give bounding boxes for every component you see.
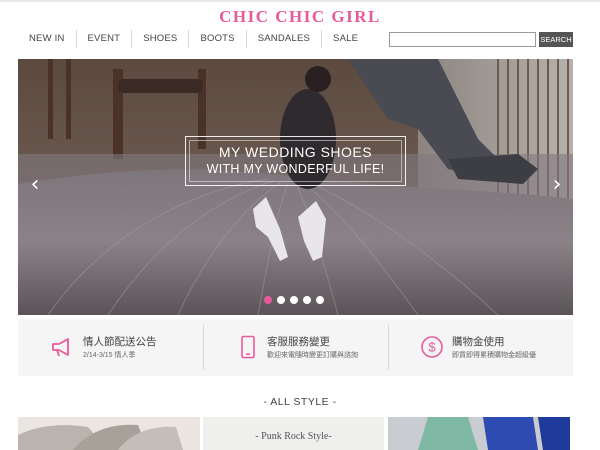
nav-item-new-in[interactable]: NEW IN: [18, 30, 76, 48]
info-subtitle: 即買即得累積購物金超級優: [452, 352, 536, 359]
hero-carousel[interactable]: MY WEDDING SHOES WITH MY WONDERFUL LIFE!…: [18, 59, 573, 315]
main-nav: NEW IN EVENT SHOES BOOTS SANDALES SALE: [18, 30, 369, 48]
info-bar: 情人節配送公告 2/14-3/15 情人季 客服服務變更 歡迎來電隨時變更訂購與…: [18, 319, 573, 376]
info-block-credit[interactable]: $ 購物金使用 即買即得累積購物金超級優: [388, 319, 573, 376]
carousel-dot-1[interactable]: [264, 296, 272, 304]
style-thumbnail-blue[interactable]: [388, 417, 570, 450]
hero-photo: [18, 59, 573, 315]
glitter-heels-image: [18, 417, 200, 450]
nav-item-event[interactable]: EVENT: [75, 30, 132, 48]
info-block-service[interactable]: 客服服務變更 歡迎來電隨時變更訂購與諮詢: [203, 319, 388, 376]
top-divider: [0, 0, 600, 2]
info-title: 情人節配送公告: [83, 336, 157, 348]
nav-item-sandales[interactable]: SANDALES: [245, 30, 321, 48]
chevron-right-icon[interactable]: ›: [545, 171, 569, 199]
style-thumbnail-glitter[interactable]: [18, 417, 200, 450]
info-subtitle: 2/14-3/15 情人季: [83, 352, 136, 359]
site-logo[interactable]: CHIC CHIC GIRL: [0, 7, 600, 27]
search-button[interactable]: SEARCH: [539, 32, 573, 47]
info-block-delivery[interactable]: 情人節配送公告 2/14-3/15 情人季: [18, 319, 203, 376]
carousel-dot-3[interactable]: [290, 296, 298, 304]
carousel-dots: [264, 296, 329, 304]
nav-item-shoes[interactable]: SHOES: [131, 30, 188, 48]
search-input[interactable]: [389, 32, 536, 47]
info-subtitle: 歡迎來電隨時變更訂購與諮詢: [267, 352, 358, 359]
blue-heels-image: [388, 417, 570, 450]
carousel-dot-2[interactable]: [277, 296, 285, 304]
nav-item-boots[interactable]: BOOTS: [188, 30, 245, 48]
hero-headline: MY WEDDING SHOES: [218, 144, 373, 160]
dollar-coin-icon: $: [421, 336, 443, 358]
section-title: - ALL STYLE -: [263, 396, 337, 408]
carousel-dot-4[interactable]: [303, 296, 311, 304]
hero-caption-box: MY WEDDING SHOES WITH MY WONDERFUL LIFE!: [185, 136, 406, 186]
chevron-left-icon[interactable]: ‹: [23, 171, 47, 199]
phone-icon: [241, 335, 255, 359]
style-thumbnail-punk[interactable]: - Punk Rock Style-: [203, 417, 384, 450]
nav-item-sale[interactable]: SALE: [321, 30, 369, 48]
info-title: 購物金使用: [452, 336, 505, 348]
svg-text:$: $: [428, 340, 436, 355]
info-title: 客服服務變更: [267, 336, 330, 348]
carousel-dot-5[interactable]: [316, 296, 324, 304]
hero-subheadline: WITH MY WONDERFUL LIFE!: [206, 162, 385, 176]
thumbnail-label: - Punk Rock Style-: [255, 431, 332, 442]
megaphone-icon: [52, 338, 69, 357]
